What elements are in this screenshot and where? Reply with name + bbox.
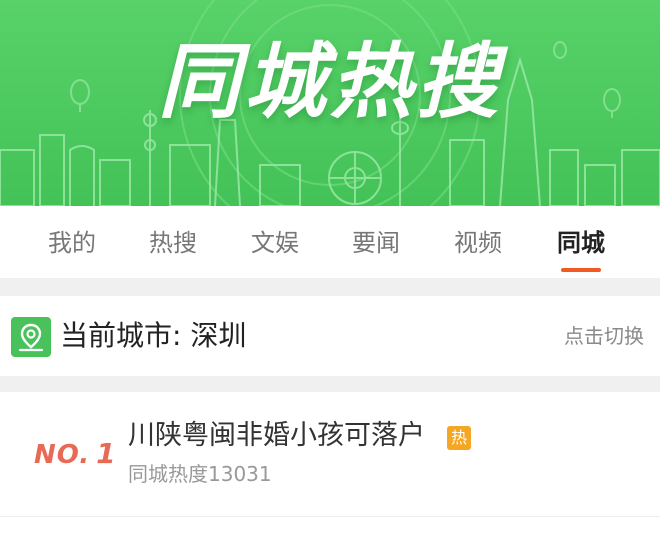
hot-search-page: 同城热搜 我的 热搜 文娱 要闻 视频 同城 当前城市: 深圳 点击切换 NO.… [0,0,660,534]
tab-hot-search[interactable]: 热搜 [128,206,218,278]
current-city-label: 当前城市: 深圳 [60,319,247,352]
tab-news[interactable]: 要闻 [331,206,421,278]
section-divider [0,376,660,392]
row-divider [0,516,660,517]
item-title[interactable]: 川陕粤闽非婚小孩可落户 [128,416,425,456]
tab-video[interactable]: 视频 [433,206,523,278]
tab-mine[interactable]: 我的 [27,206,117,278]
banner-title: 同城热搜 [158,35,502,130]
heat-value: 同城热度13031 [128,462,272,486]
tab-entertainment[interactable]: 文娱 [230,206,320,278]
active-tab-indicator [561,268,601,272]
current-city-bar: 当前城市: 深圳 点击切换 [0,296,660,376]
rank-number: 1 [96,437,117,470]
list-item[interactable]: NO. 1 川陕粤闽非婚小孩可落户 热 同城热度13031 [0,392,660,516]
rank-badge: NO. 1 [34,434,117,474]
category-tabs: 我的 热搜 文娱 要闻 视频 同城 [0,206,660,278]
section-divider [0,278,660,296]
rank-prefix: NO. [34,440,91,470]
hot-badge: 热 [447,426,471,450]
location-pin-icon [11,317,51,357]
switch-city-link[interactable]: 点击切换 [564,314,644,358]
banner: 同城热搜 [0,0,660,206]
